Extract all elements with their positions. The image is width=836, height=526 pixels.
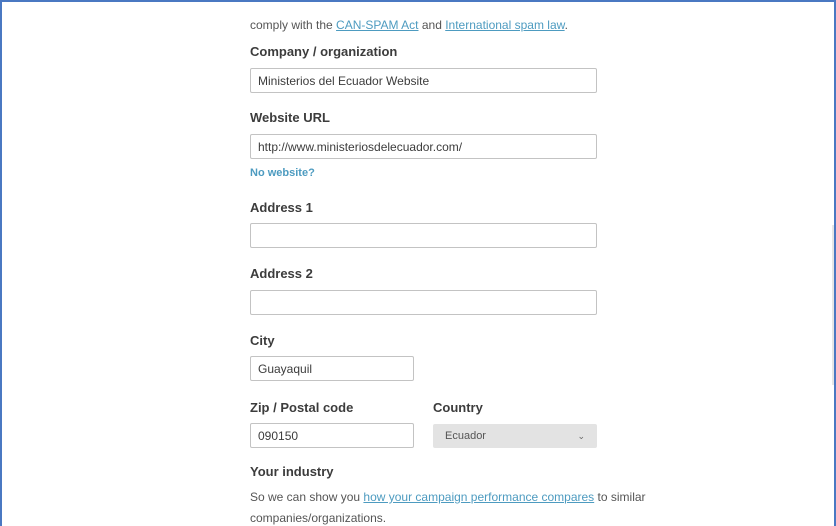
- address1-input[interactable]: [250, 223, 597, 248]
- company-label: Company / organization: [250, 44, 398, 59]
- country-select[interactable]: Ecuador ⌄: [433, 424, 597, 448]
- industry-label: Your industry: [250, 464, 334, 479]
- chevron-down-icon: ⌄: [577, 430, 585, 441]
- city-label: City: [250, 333, 275, 348]
- industry-description: So we can show you how your campaign per…: [250, 490, 646, 504]
- address1-label: Address 1: [250, 200, 313, 215]
- zip-input[interactable]: [250, 423, 414, 448]
- scrollbar-track[interactable]: [832, 225, 834, 385]
- company-input[interactable]: [250, 68, 597, 93]
- campaign-performance-link[interactable]: how your campaign performance compares: [363, 490, 594, 504]
- industry-desc-suffix: to similar: [594, 490, 646, 504]
- intro-middle: and: [418, 18, 446, 32]
- country-label: Country: [433, 400, 483, 415]
- intro-prefix: comply with the: [250, 18, 337, 32]
- no-website-link[interactable]: No website?: [250, 167, 315, 179]
- international-spam-law-link[interactable]: International spam law: [445, 18, 564, 32]
- can-spam-link[interactable]: CAN-SPAM Act: [336, 18, 418, 32]
- country-selected-value: Ecuador: [445, 430, 486, 442]
- address2-input[interactable]: [250, 290, 597, 315]
- industry-desc-prefix: So we can show you: [250, 490, 364, 504]
- address2-label: Address 2: [250, 266, 313, 281]
- intro-suffix: .: [564, 18, 568, 32]
- city-input[interactable]: [250, 356, 414, 381]
- zip-label: Zip / Postal code: [250, 400, 354, 415]
- intro-text: comply with the CAN-SPAM Act and Interna…: [250, 18, 568, 32]
- website-input[interactable]: [250, 134, 597, 159]
- industry-description-line2: companies/organizations.: [250, 511, 387, 525]
- website-label: Website URL: [250, 110, 330, 125]
